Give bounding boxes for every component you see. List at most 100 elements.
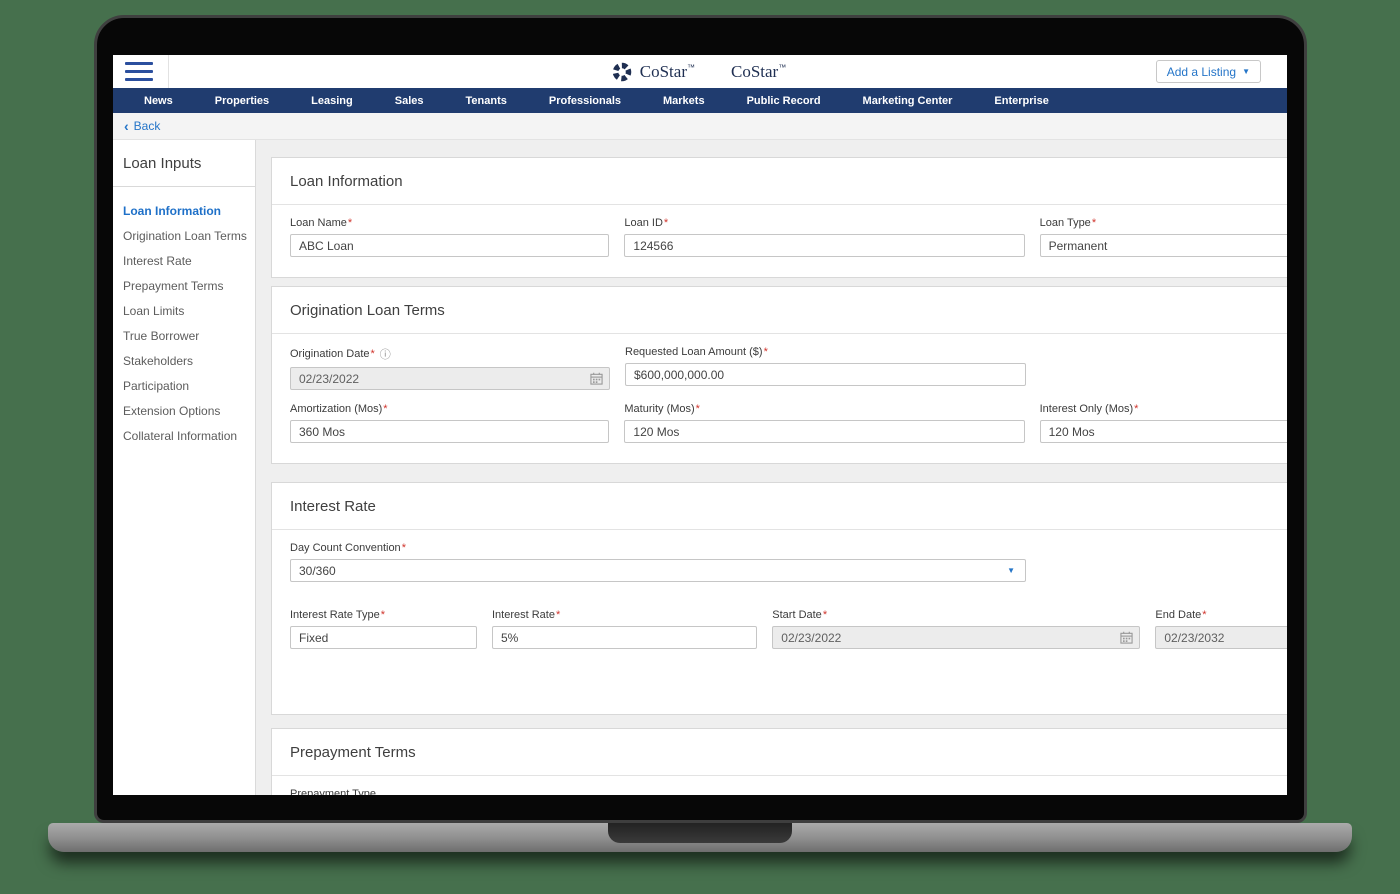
- sidebar-item-origination-loan-terms[interactable]: Origination Loan Terms: [123, 229, 245, 243]
- required-marker: *: [556, 609, 560, 621]
- loan-type-label: Loan Type*: [1040, 217, 1287, 229]
- nav-item-sales[interactable]: Sales: [374, 95, 445, 107]
- required-marker: *: [1202, 609, 1206, 621]
- nav-item-properties[interactable]: Properties: [194, 95, 290, 107]
- start-date-field: Start Date*: [772, 609, 1140, 649]
- loan-id-label: Loan ID*: [624, 217, 1024, 229]
- nav-item-news[interactable]: News: [123, 95, 194, 107]
- sidebar-item-interest-rate[interactable]: Interest Rate: [123, 254, 245, 268]
- loan-inputs-sidebar: Loan Inputs Loan Information Origination…: [113, 140, 256, 795]
- loan-id-field: Loan ID*: [624, 217, 1024, 257]
- screen: CoStar™ CoStar™ Add a Listing ▼ News Pro…: [113, 55, 1287, 795]
- maturity-label: Maturity (Mos)*: [624, 403, 1024, 415]
- nav-item-markets[interactable]: Markets: [642, 95, 726, 107]
- requested-loan-amount-field: Requested Loan Amount ($)*: [625, 346, 1026, 390]
- required-marker: *: [664, 217, 668, 229]
- required-marker: *: [371, 348, 375, 360]
- sidebar-item-stakeholders[interactable]: Stakeholders: [123, 354, 245, 368]
- laptop-base: [48, 823, 1352, 852]
- end-date-input: [1155, 626, 1287, 649]
- nav-item-marketing-center[interactable]: Marketing Center: [842, 95, 974, 107]
- loan-name-input[interactable]: [290, 234, 609, 257]
- laptop-notch: [608, 823, 792, 843]
- day-count-convention-value: 30/360: [299, 564, 336, 578]
- required-marker: *: [823, 609, 827, 621]
- chevron-left-icon: ‹: [124, 119, 129, 133]
- start-date-input: [772, 626, 1140, 649]
- section-origination-loan-terms: Origination Loan Terms Origination Date*…: [271, 286, 1287, 464]
- nav-item-enterprise[interactable]: Enterprise: [973, 95, 1069, 107]
- day-count-convention-select[interactable]: 30/360 ▼: [290, 559, 1026, 582]
- info-circle-icon[interactable]: ⓘ: [380, 346, 391, 362]
- amortization-input[interactable]: [290, 420, 609, 443]
- brand-logo: CoStar™ CoStar™: [113, 55, 1287, 88]
- section-title: Interest Rate: [272, 483, 1287, 530]
- interest-only-input[interactable]: [1040, 420, 1287, 443]
- section-title: Prepayment Terms: [272, 729, 1287, 776]
- interest-rate-field: Interest Rate*: [492, 609, 757, 649]
- loan-type-field: Loan Type*: [1040, 217, 1287, 257]
- sidebar-item-collateral-information[interactable]: Collateral Information: [123, 429, 245, 443]
- interest-rate-label: Interest Rate*: [492, 609, 757, 621]
- origination-date-input: [290, 367, 610, 390]
- interest-rate-type-field: Interest Rate Type*: [290, 609, 477, 649]
- back-label: Back: [134, 119, 161, 133]
- maturity-input[interactable]: [624, 420, 1024, 443]
- required-marker: *: [402, 542, 406, 554]
- maturity-field: Maturity (Mos)*: [624, 403, 1024, 443]
- chevron-down-icon: ▼: [1242, 67, 1250, 76]
- requested-loan-amount-input[interactable]: [625, 363, 1026, 386]
- end-date-label: End Date*: [1155, 609, 1287, 621]
- amortization-field: Amortization (Mos)*: [290, 403, 609, 443]
- section-title: Loan Information: [272, 158, 1287, 205]
- brand-text-secondary: CoStar™: [731, 62, 788, 82]
- required-marker: *: [1092, 217, 1096, 229]
- nav-item-professionals[interactable]: Professionals: [528, 95, 642, 107]
- app-header: CoStar™ CoStar™ Add a Listing ▼: [113, 55, 1287, 88]
- sidebar-item-loan-limits[interactable]: Loan Limits: [123, 304, 245, 318]
- sidebar-item-participation[interactable]: Participation: [123, 379, 245, 393]
- loan-name-field: Loan Name*: [290, 217, 609, 257]
- section-title: Origination Loan Terms: [272, 287, 1287, 334]
- day-count-convention-field: Day Count Convention* 30/360 ▼: [290, 542, 1026, 582]
- day-count-convention-label: Day Count Convention*: [290, 542, 1026, 554]
- loan-name-label: Loan Name*: [290, 217, 609, 229]
- sidebar-item-extension-options[interactable]: Extension Options: [123, 404, 245, 418]
- interest-rate-input[interactable]: [492, 626, 757, 649]
- interest-rate-type-input[interactable]: [290, 626, 477, 649]
- required-marker: *: [348, 217, 352, 229]
- required-marker: *: [1134, 403, 1138, 415]
- origination-date-label: Origination Date* ⓘ: [290, 346, 610, 362]
- required-marker: *: [381, 609, 385, 621]
- brand-text-primary: CoStar™: [640, 62, 697, 82]
- primary-nav: News Properties Leasing Sales Tenants Pr…: [113, 88, 1287, 113]
- loan-type-input[interactable]: [1040, 234, 1287, 257]
- sidebar-item-true-borrower[interactable]: True Borrower: [123, 329, 245, 343]
- chevron-down-icon: ▼: [1007, 566, 1015, 575]
- end-date-field: End Date*: [1155, 609, 1287, 649]
- laptop-frame: CoStar™ CoStar™ Add a Listing ▼ News Pro…: [94, 15, 1307, 823]
- required-marker: *: [383, 403, 387, 415]
- prepayment-type-field: Prepayment Type: [290, 788, 610, 795]
- nav-item-leasing[interactable]: Leasing: [290, 95, 374, 107]
- interest-only-field: Interest Only (Mos)*: [1040, 403, 1287, 443]
- section-prepayment-terms: Prepayment Terms Prepayment Type: [271, 728, 1287, 795]
- sidebar-item-loan-information[interactable]: Loan Information: [123, 204, 245, 218]
- add-listing-button[interactable]: Add a Listing ▼: [1156, 60, 1261, 83]
- sidebar-divider: [113, 186, 255, 187]
- origination-date-field: Origination Date* ⓘ: [290, 346, 610, 390]
- back-button[interactable]: ‹ Back: [124, 119, 160, 133]
- sidebar-item-prepayment-terms[interactable]: Prepayment Terms: [123, 279, 245, 293]
- section-interest-rate: Interest Rate Day Count Convention* 30/3…: [271, 482, 1287, 715]
- interest-rate-type-label: Interest Rate Type*: [290, 609, 477, 621]
- required-marker: *: [696, 403, 700, 415]
- add-listing-label: Add a Listing: [1167, 65, 1236, 79]
- back-bar: ‹ Back: [113, 113, 1287, 140]
- nav-item-tenants[interactable]: Tenants: [445, 95, 528, 107]
- amortization-label: Amortization (Mos)*: [290, 403, 609, 415]
- calendar-icon: [590, 372, 603, 385]
- calendar-icon: [1120, 631, 1133, 644]
- nav-item-public-record[interactable]: Public Record: [726, 95, 842, 107]
- loan-id-input[interactable]: [624, 234, 1024, 257]
- page-background: CoStar™ CoStar™ Add a Listing ▼ News Pro…: [0, 0, 1400, 894]
